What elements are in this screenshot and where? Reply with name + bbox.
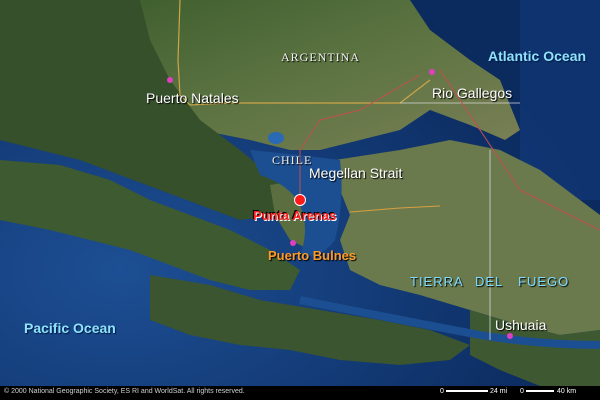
punta-arenas-label: Punta Arenas bbox=[253, 208, 337, 223]
fuego-label: FUEGO bbox=[518, 274, 570, 289]
scale-km-label: 40 km bbox=[557, 388, 577, 395]
del-label: DEL bbox=[475, 274, 504, 289]
ushuaia-label: Ushuaia bbox=[495, 317, 547, 333]
atlantic-ocean-label: Atlantic Ocean bbox=[488, 48, 587, 64]
rio-gallegos-label: Rio Gallegos bbox=[432, 85, 513, 101]
scale-km-bar bbox=[526, 390, 554, 392]
map-footer: © 2000 National Geographic Society, ES R… bbox=[0, 386, 600, 400]
scale-mi-zero-label: 0 bbox=[440, 388, 444, 395]
megellan-strait-label: Megellan Strait bbox=[309, 165, 403, 181]
satellite-map: Atlantic Ocean Pacific Ocean ARGENTINA C… bbox=[0, 0, 600, 400]
ushuaia-marker[interactable] bbox=[507, 333, 513, 339]
chile-label: CHILE bbox=[272, 153, 313, 167]
puerto-natales-marker[interactable] bbox=[167, 77, 173, 83]
scale-km-zero-label: 0 bbox=[520, 388, 524, 395]
rio-gallegos-marker[interactable] bbox=[429, 69, 435, 75]
puerto-bulnes-label: Puerto Bulnes bbox=[268, 248, 357, 263]
puerto-natales-label: Puerto Natales bbox=[146, 90, 239, 106]
punta-arenas-marker[interactable] bbox=[294, 194, 306, 206]
lake bbox=[268, 132, 284, 144]
copyright-text: © 2000 National Geographic Society, ES R… bbox=[4, 388, 245, 395]
scale-mi-bar bbox=[446, 390, 488, 392]
scale-mi-label: 24 mi bbox=[490, 388, 508, 395]
tierra-label: TIERRA bbox=[410, 274, 464, 289]
pacific-ocean-label: Pacific Ocean bbox=[24, 320, 116, 336]
puerto-bulnes-marker[interactable] bbox=[290, 240, 296, 246]
argentina-label: ARGENTINA bbox=[281, 50, 360, 64]
